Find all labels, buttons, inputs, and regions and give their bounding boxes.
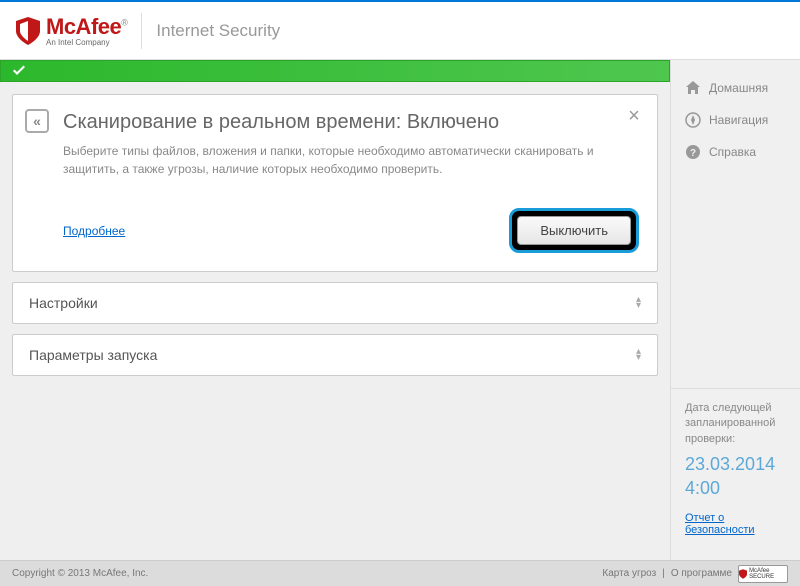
close-icon: × bbox=[628, 105, 640, 127]
header: McAfee® An Intel Company Internet Securi… bbox=[0, 2, 800, 60]
accordion-settings[interactable]: Настройки ▴▾ bbox=[12, 282, 658, 324]
accordion-label: Настройки bbox=[29, 295, 98, 311]
sidebar-item-label: Домашняя bbox=[709, 81, 768, 95]
copyright: Copyright © 2013 McAfee, Inc. bbox=[12, 568, 148, 579]
compass-icon bbox=[685, 112, 701, 128]
realtime-scan-panel: « × Сканирование в реальном времени: Вкл… bbox=[12, 94, 658, 272]
panel-description: Выберите типы файлов, вложения и папки, … bbox=[63, 142, 639, 178]
sidebar: Домашняя Навигация ? Справка Дата следую… bbox=[670, 60, 800, 560]
sidebar-item-navigation[interactable]: Навигация bbox=[671, 104, 800, 136]
product-name: Internet Security bbox=[156, 21, 280, 41]
status-bar bbox=[0, 60, 670, 82]
double-chevron-left-icon: « bbox=[33, 113, 41, 129]
app-window: McAfee® An Intel Company Internet Securi… bbox=[0, 0, 800, 586]
main-area: « × Сканирование в реальном времени: Вкл… bbox=[0, 60, 670, 560]
threat-map-link[interactable]: Карта угроз bbox=[602, 568, 656, 579]
logo: McAfee® An Intel Company bbox=[16, 14, 127, 47]
more-link[interactable]: Подробнее bbox=[63, 224, 125, 238]
home-icon bbox=[685, 80, 701, 96]
next-scan-label: Дата следующей запланированной проверки: bbox=[685, 401, 786, 447]
accordion-label: Параметры запуска bbox=[29, 347, 157, 363]
checkmark-icon bbox=[11, 63, 27, 79]
accordion-startup[interactable]: Параметры запуска ▴▾ bbox=[12, 334, 658, 376]
sidebar-bottom: Дата следующей запланированной проверки:… bbox=[671, 388, 800, 548]
sidebar-item-help[interactable]: ? Справка bbox=[671, 136, 800, 168]
chevron-updown-icon: ▴▾ bbox=[636, 297, 641, 309]
content-wrapper: « × Сканирование в реальном времени: Вкл… bbox=[0, 82, 670, 388]
chevron-updown-icon: ▴▾ bbox=[636, 349, 641, 361]
button-highlight: Выключить bbox=[509, 208, 639, 253]
sidebar-item-home[interactable]: Домашняя bbox=[671, 72, 800, 104]
sidebar-item-label: Справка bbox=[709, 145, 756, 159]
panel-actions: Подробнее Выключить bbox=[63, 208, 639, 253]
close-button[interactable]: × bbox=[625, 107, 643, 125]
secure-badge: McAfee SECURE bbox=[738, 565, 788, 583]
brand-name: McAfee® bbox=[46, 14, 127, 40]
shield-icon bbox=[16, 17, 40, 45]
sidebar-item-label: Навигация bbox=[709, 113, 768, 127]
shield-icon bbox=[739, 568, 747, 580]
footer: Copyright © 2013 McAfee, Inc. Карта угро… bbox=[0, 560, 800, 586]
body: « × Сканирование в реальном времени: Вкл… bbox=[0, 60, 800, 560]
header-divider bbox=[141, 13, 142, 49]
disable-button[interactable]: Выключить bbox=[517, 216, 631, 245]
next-scan-date: 23.03.2014 4:00 bbox=[685, 453, 786, 500]
brand-tagline: An Intel Company bbox=[46, 38, 127, 47]
secure-badge-text: McAfee SECURE bbox=[749, 568, 787, 580]
panel-title: Сканирование в реальном времени: Включен… bbox=[63, 111, 639, 134]
security-report-link[interactable]: Отчет о безопасности bbox=[685, 512, 786, 536]
back-button[interactable]: « bbox=[25, 109, 49, 133]
svg-text:?: ? bbox=[690, 148, 696, 159]
about-link[interactable]: О программе bbox=[671, 568, 732, 579]
help-icon: ? bbox=[685, 144, 701, 160]
